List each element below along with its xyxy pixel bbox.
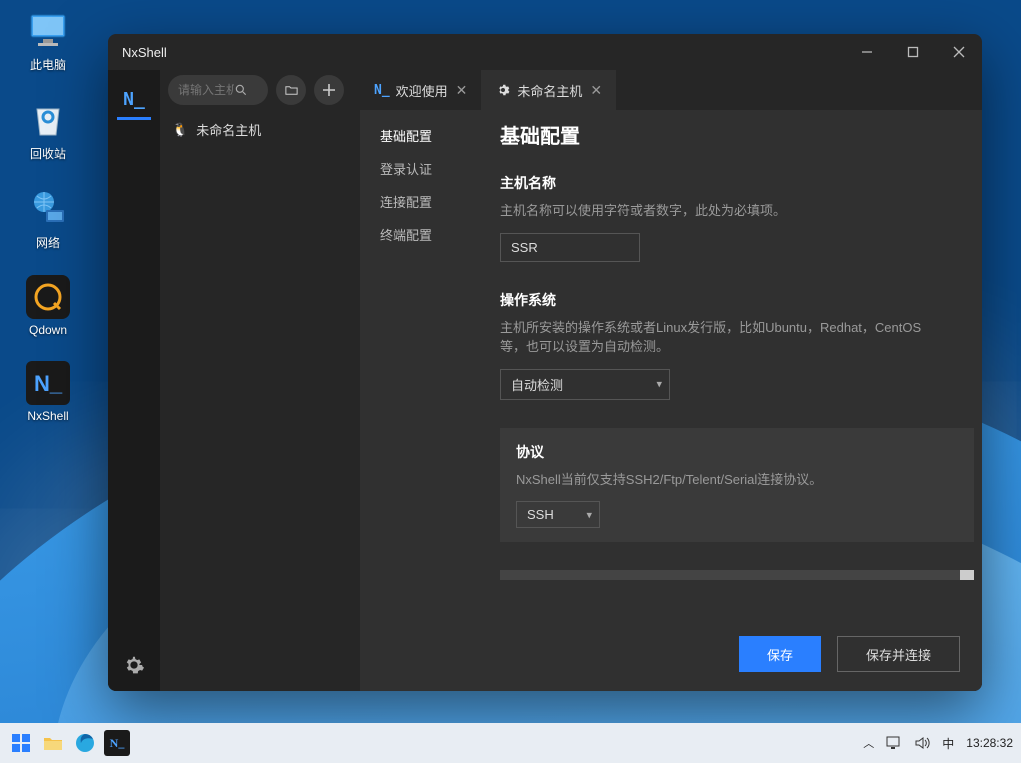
recycle-bin-icon [26,97,70,141]
desktop-icon-this-pc[interactable]: 此电脑 [26,8,70,73]
app-window: NxShell N_ N_ 欢迎使用 [108,34,982,691]
field-desc: NxShell当前仅支持SSH2/Ftp/Telent/Serial连接协议。 [516,470,956,490]
gear-icon [123,654,145,676]
menu-terminal-config[interactable]: 终端配置 [380,225,480,244]
save-and-connect-button[interactable]: 保存并连接 [837,636,960,672]
explorer-icon[interactable] [40,730,66,756]
desktop-icon-label: NxShell [27,409,68,423]
desktop-icon-nxshell[interactable]: N_ NxShell [26,361,70,423]
desktop-icon-recycle-bin[interactable]: 回收站 [26,97,70,162]
add-button[interactable] [314,75,344,105]
desktop-icon-qdown[interactable]: Qdown [26,275,70,337]
tabs: N_ 欢迎使用 ✕ 未命名主机 ✕ [360,70,616,110]
desktop-icon-label: 网络 [36,234,60,251]
tray-chevron-icon[interactable]: ︿ [863,735,874,751]
field-label: 操作系统 [500,290,982,310]
desktop-icons: 此电脑 回收站 网络 Qdown N_ NxShell [8,8,88,423]
section-title: 基础配置 [500,120,982,149]
folder-icon [284,83,299,98]
save-button[interactable]: 保存 [739,636,821,672]
svg-text:N_: N_ [34,371,63,396]
clock[interactable]: 13:28:32 [966,736,1013,750]
field-os: 操作系统 主机所安装的操作系统或者Linux发行版，比如Ubuntu，Redha… [500,290,982,400]
tab-label: 未命名主机 [517,81,582,100]
tab-welcome[interactable]: N_ 欢迎使用 ✕ [360,70,481,110]
nxshell-icon: N_ [26,361,70,405]
scrollbar-thumb[interactable] [960,570,974,580]
window-title: NxShell [122,45,844,60]
host-label: 未命名主机 [196,120,261,139]
field-desc: 主机名称可以使用字符或者数字，此处为必填项。 [500,201,940,221]
minimize-button[interactable] [844,34,890,70]
horizontal-scrollbar[interactable] [500,570,974,580]
toolbar: N_ 欢迎使用 ✕ 未命名主机 ✕ [160,70,982,110]
desktop-icon-network[interactable]: 网络 [26,186,70,251]
desktop-icon-label: Qdown [29,323,67,337]
maximize-button[interactable] [890,34,936,70]
desktop-icon-label: 回收站 [30,145,66,162]
settings-menu: 基础配置 登录认证 连接配置 终端配置 [360,110,480,691]
protocol-select[interactable]: SSH [516,501,600,528]
host-list-sidebar: 🐧 未命名主机 [160,110,360,691]
folder-button[interactable] [276,75,306,105]
hostname-input[interactable] [500,233,640,262]
edge-icon[interactable] [72,730,98,756]
titlebar[interactable]: NxShell [108,34,982,70]
volume-icon[interactable] [914,736,930,750]
close-icon[interactable]: ✕ [590,82,602,99]
menu-connection-config[interactable]: 连接配置 [380,192,480,211]
monitor-icon [26,8,70,52]
form-footer: 保存 保存并连接 [480,617,982,691]
plus-icon [322,83,336,97]
tab-unnamed-host[interactable]: 未命名主机 ✕ [481,70,616,110]
activity-rail: N_ [108,70,160,691]
search-icon [234,83,248,97]
network-icon [26,186,70,230]
os-select[interactable]: 自动检测 [500,369,670,400]
rail-logo[interactable]: N_ [117,82,151,120]
host-search[interactable] [168,75,268,105]
menu-login-auth[interactable]: 登录认证 [380,159,480,178]
start-button[interactable] [8,730,34,756]
select-value: 自动检测 [511,375,563,394]
qdown-icon [26,275,70,319]
gear-icon [495,82,511,98]
ime-indicator[interactable]: 中 [942,735,954,752]
nxshell-tab-icon: N_ [374,83,390,98]
taskbar[interactable]: N_ ︿ 中 13:28:32 [0,723,1021,763]
network-tray-icon[interactable] [886,736,902,750]
close-button[interactable] [936,34,982,70]
menu-basic-config[interactable]: 基础配置 [380,126,480,145]
nxshell-taskbar-icon[interactable]: N_ [104,730,130,756]
field-label: 协议 [516,442,958,462]
search-input[interactable] [178,83,234,97]
field-hostname: 主机名称 主机名称可以使用字符或者数字，此处为必填项。 [500,173,982,262]
host-item[interactable]: 🐧 未命名主机 [160,110,360,149]
close-icon[interactable]: ✕ [456,82,468,99]
linux-icon: 🐧 [172,122,188,138]
field-protocol: 协议 NxShell当前仅支持SSH2/Ftp/Telent/Serial连接协… [500,428,974,543]
field-label: 主机名称 [500,173,982,193]
desktop-icon-label: 此电脑 [30,56,66,73]
tab-label: 欢迎使用 [396,81,448,100]
field-desc: 主机所安装的操作系统或者Linux发行版，比如Ubuntu，Redhat，Cen… [500,318,940,357]
form-scroll-area[interactable]: 基础配置 主机名称 主机名称可以使用字符或者数字，此处为必填项。 操作系统 主机… [480,110,982,617]
select-value: SSH [527,507,554,522]
settings-button[interactable] [123,654,145,681]
